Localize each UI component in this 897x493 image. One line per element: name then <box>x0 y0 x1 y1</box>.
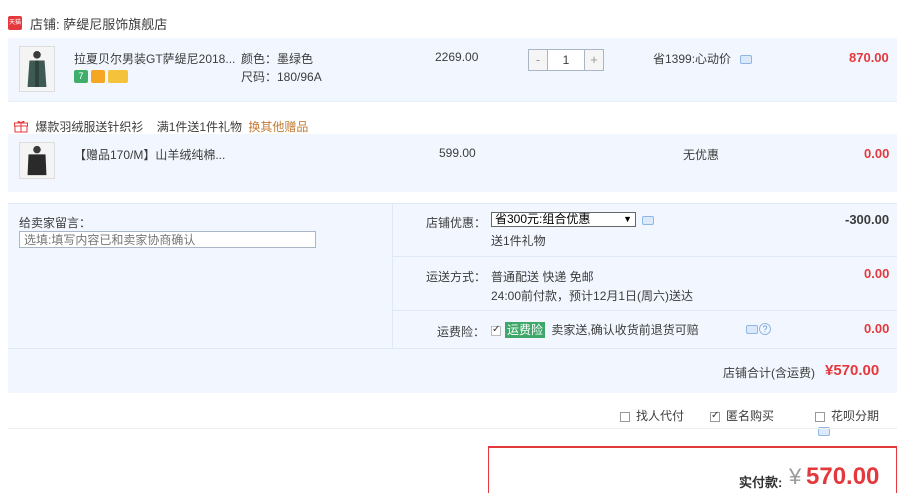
insurance-chat-icon[interactable] <box>746 325 758 334</box>
item-tags: 7 <box>74 69 131 84</box>
friend-pay-checkbox[interactable] <box>620 411 630 422</box>
friend-pay-option[interactable]: 找人代付 <box>620 407 684 424</box>
insurance-label: 运费险： <box>437 325 486 339</box>
seven-day-return-icon: 7 <box>74 70 88 84</box>
shop-name[interactable]: 店铺: 萨缇尼服饰旗舰店 <box>30 14 167 33</box>
dropdown-arrow-icon: ▼ <box>623 214 632 224</box>
gift-subtotal: 0.00 <box>864 146 890 161</box>
item-color: 颜色：墨绿色 <box>241 52 314 66</box>
shipping-amount: 0.00 <box>864 266 890 281</box>
promo-info-icon[interactable] <box>642 216 654 225</box>
promo-amount: -300.00 <box>845 212 890 227</box>
shop-total-amount: ¥570.00 <box>825 362 880 379</box>
item-unit-price: 2269.00 <box>435 50 479 64</box>
guarantee-badge-icon <box>91 70 105 84</box>
summary-divider <box>8 428 897 429</box>
gift-promo-header: 爆款羽绒服送针织衫 满1件送1件礼物 换其他赠品 <box>14 118 308 135</box>
anonymous-checkbox[interactable] <box>710 410 720 422</box>
quantity-input[interactable] <box>547 50 585 70</box>
gift-discount: 无优惠 <box>683 148 720 162</box>
huabei-option[interactable]: 花呗分期 <box>815 407 897 438</box>
gift-item-title[interactable]: 【赠品170/M】山羊绒纯棉... <box>74 146 225 163</box>
pay-currency: ¥ <box>789 464 802 489</box>
panel-divider <box>392 203 393 348</box>
change-gift-link[interactable]: 换其他赠品 <box>248 120 308 134</box>
item-size: 尺码：180/96A <box>241 70 322 84</box>
shipping-eta: 24:00前付款，预计12月1日(周六)送达 <box>491 289 694 303</box>
insurance-desc: 卖家送,确认收货前退货可赔 <box>551 323 699 337</box>
huabei-label: 花呗分期 <box>831 409 880 423</box>
promo-select[interactable]: 省300元:组合优惠 ▼ <box>491 212 636 227</box>
item-title[interactable]: 拉夏贝尔男装GT萨缇尼2018... <box>74 50 235 67</box>
shop-total-label: 店铺合计(含运费) <box>723 366 815 380</box>
pay-amount: 570.00 <box>806 463 880 490</box>
insurance-detail: 运费险 卖家送,确认收货前退货可赔 <box>491 321 699 338</box>
help-icon[interactable]: ? <box>759 323 771 335</box>
quantity-decrease-button[interactable]: - <box>529 50 547 70</box>
seller-remark-input[interactable] <box>19 231 316 248</box>
row-divider <box>8 348 897 349</box>
insurance-tag[interactable]: 运费险 <box>505 322 546 338</box>
item-subtotal: 870.00 <box>849 50 889 65</box>
discount-text: 省1399:心动价 <box>653 52 732 66</box>
quantity-stepper: - + <box>528 49 604 71</box>
order-item-row: 拉夏贝尔男装GT萨缇尼2018... 7 颜色：墨绿色 尺码：180/96A 2… <box>8 38 897 102</box>
row-divider <box>393 310 897 311</box>
promo-label: 店铺优惠： <box>426 216 487 230</box>
payment-summary-box: 实付款: ¥ 570.00 <box>488 446 897 493</box>
friend-pay-label: 找人代付 <box>636 409 685 423</box>
remark-label: 给卖家留言： <box>19 216 92 230</box>
quantity-increase-button[interactable]: + <box>585 50 603 70</box>
row-divider <box>393 256 897 257</box>
gift-promo-title: 爆款羽绒服送针织衫 <box>35 120 144 134</box>
gift-thumbnail[interactable] <box>19 142 55 179</box>
discount-info-icon[interactable] <box>740 55 753 65</box>
insurance-checkbox <box>491 324 501 336</box>
coat-image-icon <box>20 47 54 91</box>
credit-card-icon <box>108 70 128 84</box>
shipping-label: 运送方式： <box>426 270 487 284</box>
tmall-shop-icon: 天猫 <box>8 16 22 30</box>
gift-price: 599.00 <box>439 146 476 160</box>
shipping-method: 普通配送 快递 免邮 <box>491 270 594 284</box>
huabei-checkbox[interactable] <box>815 411 825 422</box>
anonymous-option[interactable]: 匿名购买 <box>710 407 774 424</box>
pay-label: 实付款: <box>739 475 783 490</box>
sweater-image-icon <box>20 143 54 178</box>
gift-item-row: 【赠品170/M】山羊绒纯棉... 599.00 无优惠 0.00 <box>8 134 897 192</box>
promo-selected: 省300元:组合优惠 <box>495 212 591 226</box>
item-discount: 省1399:心动价 <box>653 50 753 67</box>
gift-icon <box>14 120 28 133</box>
gift-promo-rule: 满1件送1件礼物 <box>156 120 243 134</box>
insurance-amount: 0.00 <box>864 321 890 336</box>
item-thumbnail[interactable] <box>19 46 55 92</box>
shop-header: 天猫 店铺: 萨缇尼服饰旗舰店 <box>8 0 897 38</box>
anonymous-label: 匿名购买 <box>726 409 775 423</box>
promo-note: 送1件礼物 <box>491 234 546 248</box>
